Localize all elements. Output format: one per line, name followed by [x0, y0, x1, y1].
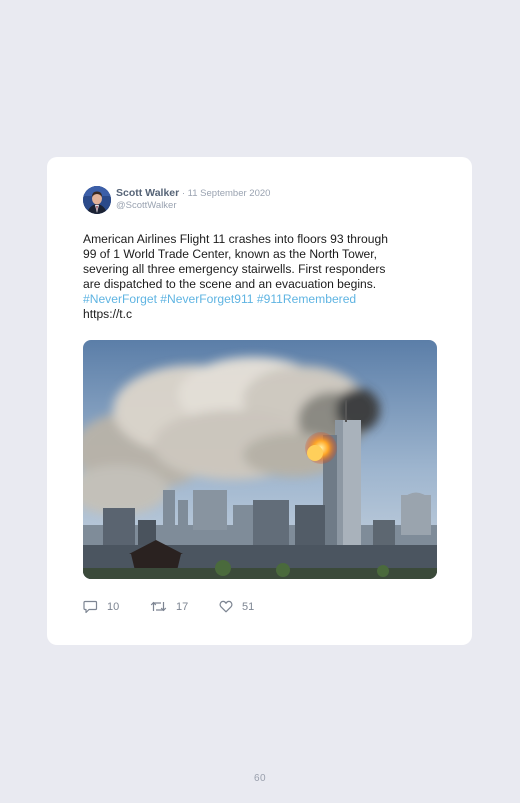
tweet-text-line: are dispatched to the scene and an evacu…	[83, 277, 377, 291]
tweet-photo[interactable]	[83, 340, 437, 579]
tweet-text-line: American Airlines Flight 11 crashes into…	[83, 232, 388, 246]
skyline-photo	[83, 340, 437, 579]
separator-dot: ·	[179, 188, 188, 199]
tweet-actions: 10 17 51	[83, 600, 283, 616]
speech-bubble-icon	[83, 600, 98, 614]
tweet-text-line: 99 of 1 World Trade Center, known as the…	[83, 247, 377, 261]
retweet-icon	[150, 601, 167, 612]
tweet-link[interactable]: https://t.c	[83, 307, 433, 322]
like-action[interactable]: 51	[219, 600, 254, 613]
author-name[interactable]: Scott Walker	[116, 187, 179, 199]
page-number: 60	[253, 773, 267, 784]
tweet-card: Scott Walker · 11 September 2020 @ScottW…	[47, 157, 472, 645]
tweet-date[interactable]: 11 September 2020	[188, 188, 271, 199]
heart-icon	[219, 600, 233, 613]
retweet-count: 17	[176, 600, 189, 613]
hashtags[interactable]: #NeverForget #NeverForget911 #911Remembe…	[83, 292, 433, 307]
reply-count: 10	[107, 601, 120, 613]
avatar[interactable]	[83, 186, 111, 214]
author-row: Scott Walker · 11 September 2020	[116, 187, 270, 199]
tweet-text-line: severing all three emergency stairwells.…	[83, 262, 386, 276]
author-handle[interactable]: @ScottWalker	[116, 200, 177, 211]
like-count: 51	[242, 600, 255, 613]
reply-action[interactable]: 10	[83, 600, 119, 614]
retweet-action[interactable]: 17	[150, 600, 188, 613]
tweet-text: American Airlines Flight 11 crashes into…	[83, 232, 433, 322]
